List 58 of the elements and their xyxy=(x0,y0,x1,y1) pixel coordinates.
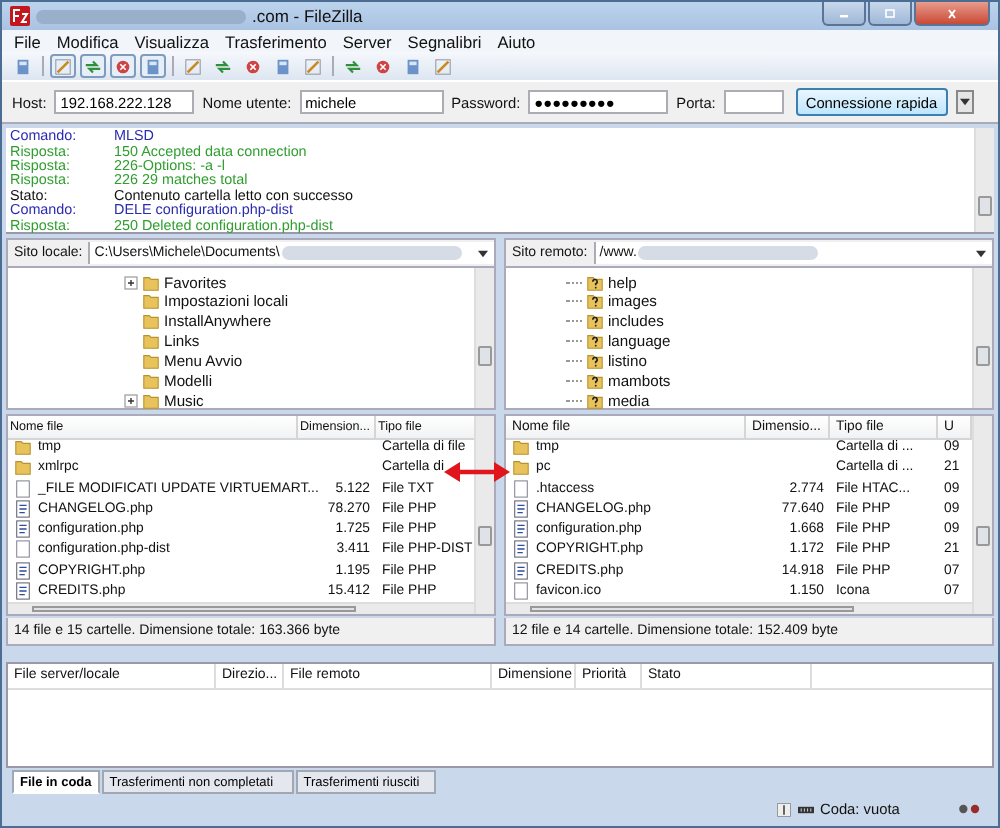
caret-icon xyxy=(976,249,986,258)
unknown-folder-icon xyxy=(586,332,604,351)
unknown-folder-icon xyxy=(586,312,604,331)
scrollbar[interactable] xyxy=(474,268,494,409)
close-button[interactable] xyxy=(914,2,990,26)
menu-item[interactable]: Visualizza xyxy=(134,31,209,52)
binary-icon xyxy=(798,801,814,818)
script-file-icon xyxy=(14,520,32,539)
unknown-folder-icon xyxy=(586,273,604,291)
dropdown-button[interactable] xyxy=(955,90,974,115)
script-file-icon xyxy=(512,561,530,580)
scrollbar[interactable] xyxy=(506,601,972,615)
menu-item[interactable]: Modifica xyxy=(56,31,119,52)
window-title: .com - FileZilla xyxy=(252,6,363,27)
app-icon xyxy=(10,6,30,27)
scrollbar[interactable] xyxy=(974,128,994,233)
toolbar-button[interactable] xyxy=(300,54,326,79)
script-file-icon xyxy=(512,499,530,518)
menu-item[interactable]: Segnalibri xyxy=(407,31,482,52)
script-file-icon xyxy=(512,540,530,559)
script-file-icon xyxy=(14,582,32,601)
maximize-icon xyxy=(880,7,900,19)
scrollbar[interactable] xyxy=(8,601,474,615)
speed-icon xyxy=(776,801,792,818)
toolbar-button[interactable] xyxy=(50,54,76,79)
toolbar-button[interactable] xyxy=(180,54,206,79)
toolbar-button[interactable] xyxy=(140,54,166,79)
toolbar-button[interactable] xyxy=(430,54,456,79)
menu-item[interactable]: Server xyxy=(342,31,392,52)
toolbar-button[interactable] xyxy=(80,54,106,79)
unknown-folder-icon xyxy=(586,292,604,311)
caret-icon xyxy=(959,98,970,107)
port-field[interactable] xyxy=(723,90,784,115)
maximize-button[interactable] xyxy=(868,2,912,26)
close-icon xyxy=(942,7,962,19)
expand-toggle[interactable] xyxy=(124,275,138,289)
scrollbar[interactable] xyxy=(474,416,494,615)
script-file-icon xyxy=(512,520,530,539)
toolbar-button[interactable] xyxy=(110,54,136,79)
unknown-folder-icon xyxy=(586,352,604,371)
activity-lights-icon xyxy=(958,804,982,815)
menu-item[interactable]: File xyxy=(14,31,41,52)
file-icon xyxy=(14,479,32,498)
file-icon xyxy=(512,479,530,498)
scrollbar[interactable] xyxy=(972,268,992,409)
expand-toggle[interactable] xyxy=(124,393,138,408)
menu-item[interactable]: Trasferimento xyxy=(224,31,327,52)
script-file-icon xyxy=(14,561,32,580)
scrollbar[interactable] xyxy=(972,416,992,615)
minimize-button[interactable] xyxy=(822,2,866,26)
unknown-folder-icon xyxy=(586,371,604,390)
script-file-icon xyxy=(14,499,32,518)
menu-item[interactable]: Aiuto xyxy=(497,31,536,52)
double-arrow-drawing xyxy=(444,460,510,485)
file-icon xyxy=(512,582,530,601)
unknown-folder-icon xyxy=(586,391,604,410)
caret-icon xyxy=(478,249,488,258)
file-icon xyxy=(14,540,32,559)
